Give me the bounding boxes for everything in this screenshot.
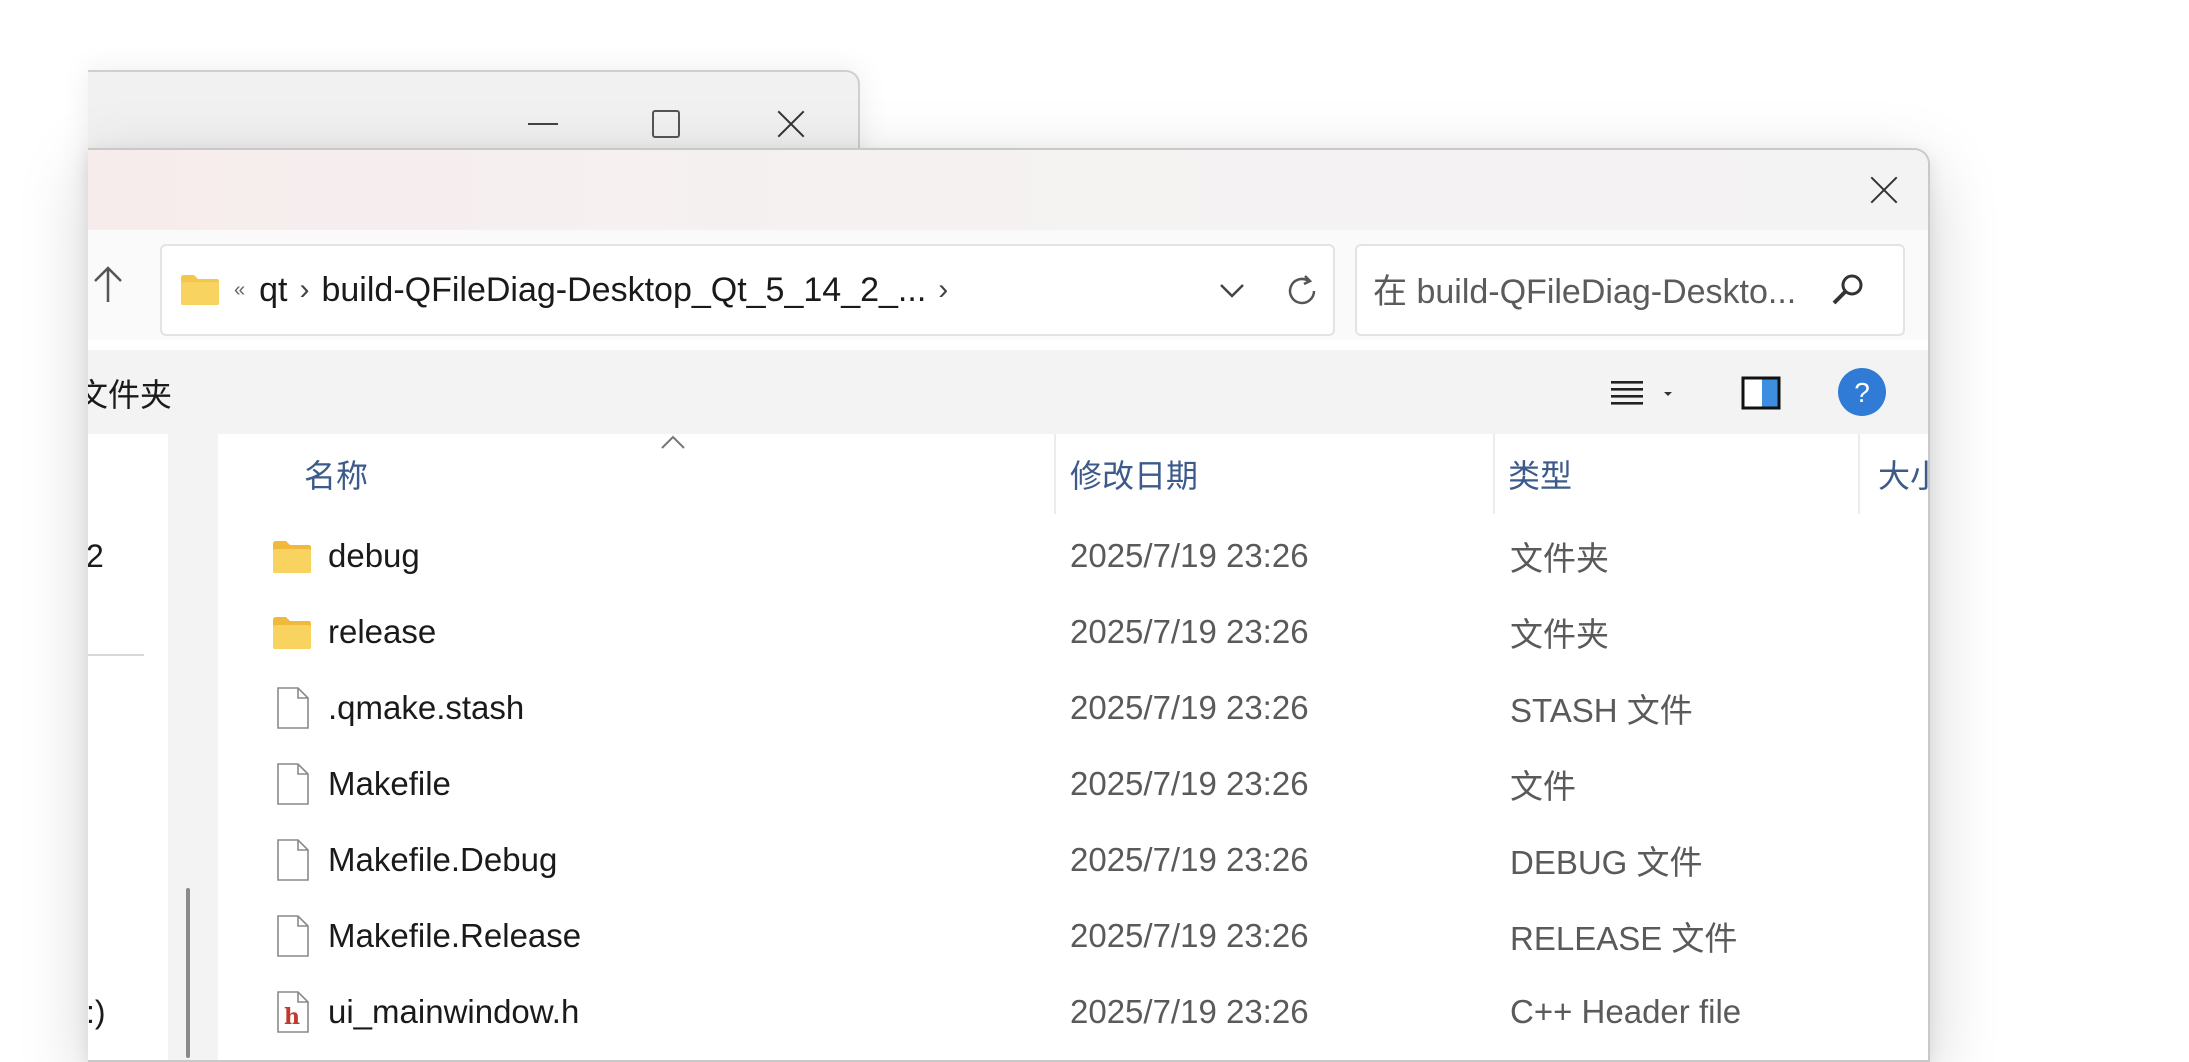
view-options-button[interactable]	[1610, 368, 1690, 418]
file-name: Makefile.Debug	[328, 841, 558, 878]
file-type: RELEASE 文件	[1510, 920, 1738, 957]
file-type: STASH 文件	[1510, 692, 1693, 729]
file-row[interactable]: .qmake.stash 2025/7/19 23:26 STASH 文件	[218, 670, 1928, 746]
address-overflow-indicator[interactable]: «	[234, 279, 245, 302]
file-dialog: « qt › build-QFileDiag-Desktop_Qt_5_14_2…	[88, 148, 1930, 1062]
search-icon[interactable]	[1827, 268, 1871, 312]
file-date: 2025/7/19 23:26	[1070, 993, 1309, 1030]
file-list: 名称 修改日期 类型 大小 debug 2025/7/19 23:26 文件夹 …	[218, 434, 1928, 1060]
sidebar-scroll-track	[168, 434, 218, 1060]
file-date: 2025/7/19 23:26	[1070, 841, 1309, 878]
file-name: Makefile	[328, 765, 451, 802]
sidebar-item-drive[interactable]: :)	[88, 994, 106, 1031]
file-date: 2025/7/19 23:26	[1070, 765, 1309, 802]
new-folder-button[interactable]: 文件夹	[88, 370, 172, 416]
maximize-icon	[652, 110, 680, 138]
file-row[interactable]: debug 2025/7/19 23:26 文件夹	[218, 518, 1928, 594]
column-separator[interactable]	[1054, 434, 1056, 514]
search-box	[1355, 244, 1905, 336]
file-icon	[277, 687, 309, 729]
folder-icon	[273, 617, 311, 649]
close-icon	[776, 109, 806, 139]
file-row[interactable]: Makefile.Debug 2025/7/19 23:26 DEBUG 文件	[218, 822, 1928, 898]
folder-icon	[181, 275, 219, 305]
file-type: 文件夹	[1510, 540, 1609, 577]
file-date: 2025/7/19 23:26	[1070, 689, 1309, 726]
breadcrumb-segment-qt[interactable]: qt	[259, 271, 287, 310]
list-view-icon	[1611, 381, 1643, 405]
close-icon	[1869, 175, 1899, 205]
file-type: 文件夹	[1510, 616, 1609, 653]
navigation-bar: « qt › build-QFileDiag-Desktop_Qt_5_14_2…	[88, 230, 1928, 340]
address-dropdown-button[interactable]	[1207, 266, 1257, 316]
file-date: 2025/7/19 23:26	[1070, 613, 1309, 650]
file-name: release	[328, 613, 437, 650]
breadcrumb-segment-build[interactable]: build-QFileDiag-Desktop_Qt_5_14_2_...	[321, 271, 926, 310]
folder-icon	[273, 541, 311, 573]
column-header-type[interactable]: 类型	[1508, 434, 1808, 514]
search-input[interactable]	[1371, 264, 1815, 320]
minimize-button[interactable]	[513, 94, 573, 154]
file-row[interactable]: h ui_mainwindow.h 2025/7/19 23:26 C++ He…	[218, 974, 1928, 1050]
column-separator[interactable]	[1858, 434, 1860, 514]
file-row[interactable]: release 2025/7/19 23:26 文件夹	[218, 594, 1928, 670]
maximize-button[interactable]	[636, 94, 696, 154]
chevron-right-icon[interactable]: ›	[299, 273, 309, 307]
svg-text:?: ?	[1854, 377, 1870, 408]
file-date: 2025/7/19 23:26	[1070, 537, 1309, 574]
column-header-name[interactable]: 名称	[304, 434, 804, 514]
preview-pane-button[interactable]	[1736, 368, 1786, 418]
dialog-titlebar	[88, 150, 1928, 230]
file-type: DEBUG 文件	[1510, 844, 1703, 881]
file-icon	[277, 839, 309, 881]
file-icon	[277, 763, 309, 805]
column-headers: 名称 修改日期 类型 大小	[218, 434, 1928, 514]
file-name: ui_mainwindow.h	[328, 993, 580, 1030]
column-header-size[interactable]: 大小	[1878, 434, 1928, 514]
command-bar: 文件夹 ?	[88, 350, 1928, 434]
sidebar-scrollbar-thumb[interactable]	[186, 888, 190, 1058]
dialog-close-button[interactable]	[1852, 158, 1916, 222]
help-icon[interactable]: ?	[1836, 366, 1888, 418]
file-name: .qmake.stash	[328, 689, 525, 726]
file-row[interactable]: Makefile 2025/7/19 23:26 文件	[218, 746, 1928, 822]
file-type: C++ Header file	[1510, 993, 1742, 1030]
column-header-date[interactable]: 修改日期	[1070, 434, 1490, 514]
minimize-icon	[528, 123, 558, 125]
up-button[interactable]	[88, 260, 128, 308]
chevron-right-icon[interactable]: ›	[938, 273, 948, 307]
refresh-button[interactable]	[1272, 266, 1332, 316]
file-icon	[277, 915, 309, 957]
chevron-down-icon	[1220, 284, 1244, 298]
svg-text:h: h	[284, 1004, 300, 1030]
address-bar[interactable]: « qt › build-QFileDiag-Desktop_Qt_5_14_2…	[160, 244, 1335, 336]
header-file-icon: h	[277, 991, 309, 1033]
file-date: 2025/7/19 23:26	[1070, 917, 1309, 954]
sidebar-divider	[88, 654, 144, 656]
file-row[interactable]: Makefile.Release 2025/7/19 23:26 RELEASE…	[218, 898, 1928, 974]
preview-pane-icon	[1741, 376, 1781, 410]
column-separator[interactable]	[1493, 434, 1495, 514]
file-name: Makefile.Release	[328, 917, 582, 954]
file-name: debug	[328, 537, 420, 574]
arrow-up-icon	[94, 266, 122, 302]
sidebar-item[interactable]: 2	[88, 538, 104, 575]
file-type: 文件	[1510, 768, 1576, 805]
caret-down-icon	[1664, 392, 1672, 396]
background-close-button[interactable]	[761, 94, 821, 154]
refresh-icon	[1288, 275, 1316, 305]
